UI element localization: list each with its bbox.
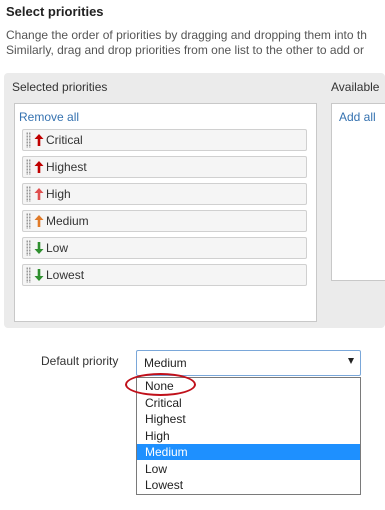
description-line-1: Change the order of priorities by draggi… [6, 28, 367, 42]
drag-handle-icon[interactable] [26, 213, 31, 229]
priority-label: Lowest [46, 268, 85, 282]
default-priority-value: Medium [144, 356, 187, 370]
dropdown-option-high[interactable]: High [137, 428, 360, 444]
dropdown-option-medium[interactable]: Medium [137, 444, 360, 460]
available-priorities-label: Available [331, 80, 380, 94]
add-all-link[interactable]: Add all [339, 110, 376, 124]
page-title: Select priorities [6, 4, 104, 19]
remove-all-link[interactable]: Remove all [19, 110, 79, 124]
drag-handle-icon[interactable] [26, 132, 31, 148]
dropdown-option-none[interactable]: None [137, 378, 360, 394]
priority-item-lowest[interactable]: Lowest [22, 264, 307, 286]
dropdown-option-lowest[interactable]: Lowest [137, 477, 360, 493]
priority-label: Low [46, 241, 69, 255]
down-arrow-icon [34, 269, 44, 281]
drag-handle-icon[interactable] [26, 240, 31, 256]
description-line-2: Similarly, drag and drop priorities from… [6, 43, 364, 57]
dropdown-option-critical[interactable]: Critical [137, 395, 360, 411]
drag-handle-icon[interactable] [26, 159, 31, 175]
priority-label: Medium [46, 214, 89, 228]
priority-item-low[interactable]: Low [22, 237, 307, 259]
up-arrow-icon [34, 161, 44, 173]
priority-item-highest[interactable]: Highest [22, 156, 307, 178]
up-arrow-icon [34, 215, 44, 227]
description: Change the order of priorities by draggi… [6, 28, 367, 58]
priority-label: High [46, 187, 71, 201]
priority-item-high[interactable]: High [22, 183, 307, 205]
priority-label: Highest [46, 160, 87, 174]
up-arrow-icon [34, 134, 44, 146]
priority-label: Critical [46, 133, 83, 147]
default-priority-label: Default priority [41, 354, 119, 368]
chevron-down-icon[interactable] [348, 358, 354, 364]
default-priority-dropdown[interactable]: None Critical Highest High Medium Low Lo… [136, 377, 361, 495]
up-arrow-icon [34, 188, 44, 200]
default-priority-select[interactable]: Medium [136, 350, 361, 376]
available-priorities-list[interactable]: Add all [331, 103, 385, 281]
down-arrow-icon [34, 242, 44, 254]
dropdown-option-low[interactable]: Low [137, 461, 360, 477]
selected-priorities-label: Selected priorities [12, 80, 108, 94]
drag-handle-icon[interactable] [26, 186, 31, 202]
drag-handle-icon[interactable] [26, 267, 31, 283]
selected-priorities-list[interactable]: Remove all Critical Highest High Medium … [14, 103, 317, 322]
priority-item-critical[interactable]: Critical [22, 129, 307, 151]
dropdown-option-highest[interactable]: Highest [137, 411, 360, 427]
priority-item-medium[interactable]: Medium [22, 210, 307, 232]
